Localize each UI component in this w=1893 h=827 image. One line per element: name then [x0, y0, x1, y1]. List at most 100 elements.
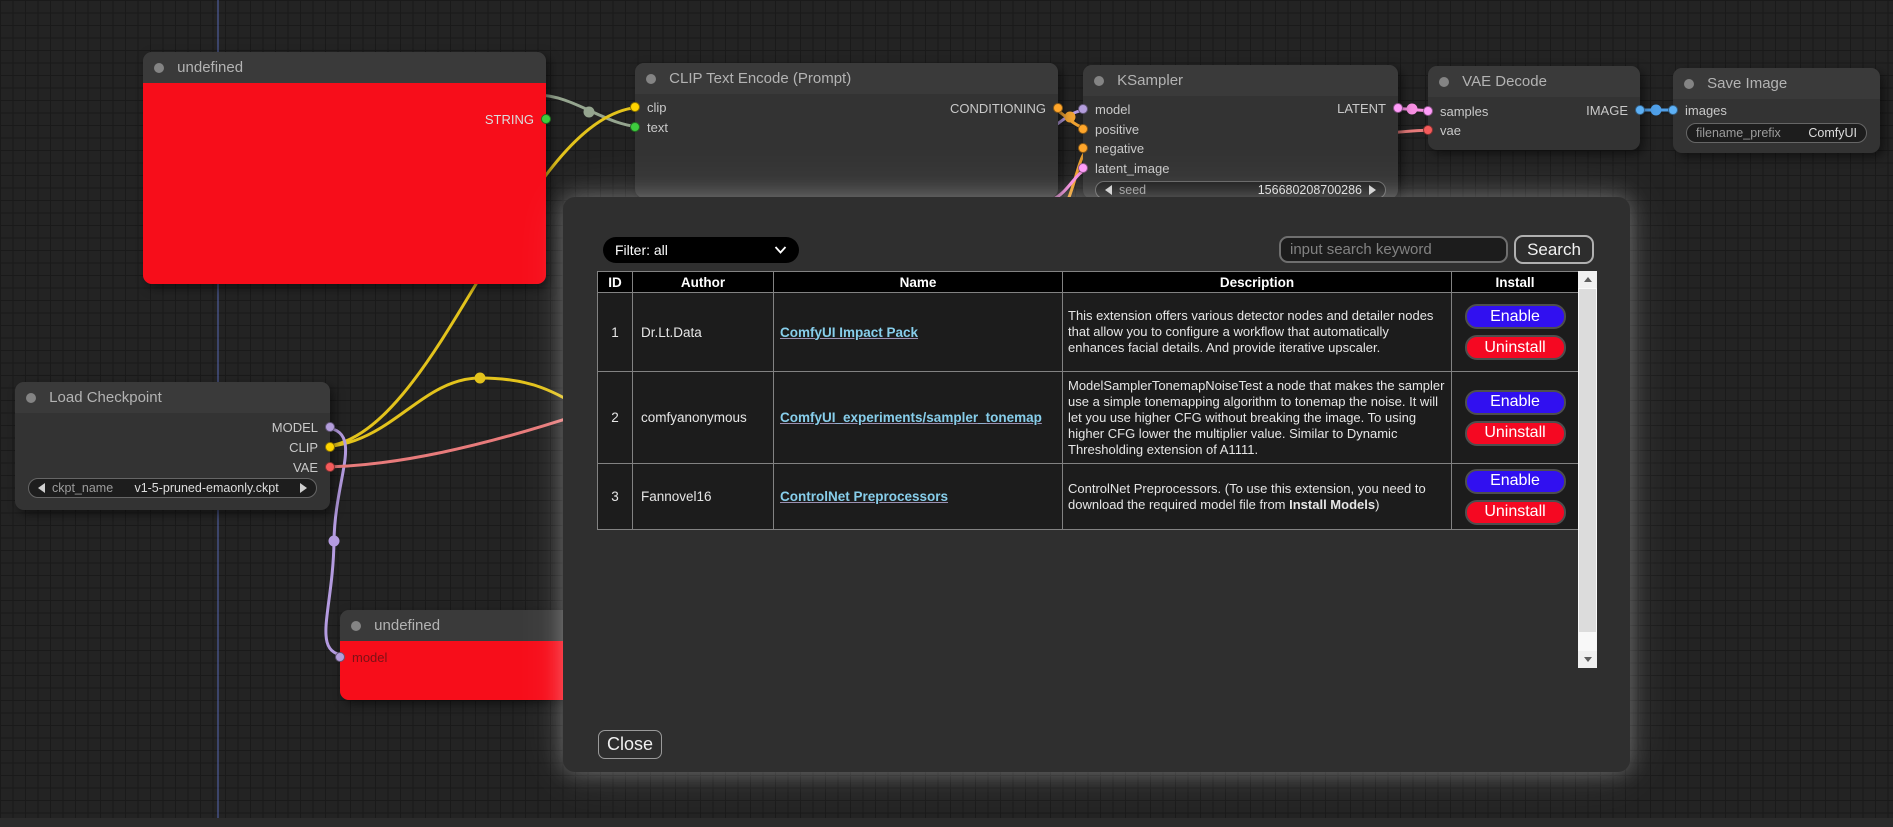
ckpt-name-widget[interactable]: ckpt_name v1-5-pruned-emaonly.ckpt — [28, 478, 317, 498]
node-undefined-top[interactable]: undefined STRING — [143, 52, 546, 284]
input-slot-negative[interactable]: negative — [1078, 141, 1144, 155]
collapse-dot-icon[interactable] — [1094, 76, 1104, 86]
scroll-up-button[interactable] — [1578, 271, 1597, 288]
output-slot-string[interactable]: STRING — [485, 112, 551, 126]
collapse-dot-icon[interactable] — [1439, 77, 1449, 87]
col-header-description: Description — [1063, 272, 1452, 293]
ext-id: 1 — [598, 293, 633, 372]
slot-dot-latent-image[interactable] — [1078, 163, 1088, 173]
table-scrollbar[interactable] — [1578, 271, 1597, 668]
input-slot-vae[interactable]: vae — [1423, 123, 1461, 137]
wire-image-dot — [1651, 105, 1662, 116]
table-row: 1 Dr.Lt.Data ComfyUI Impact Pack This ex… — [598, 293, 1579, 372]
slot-label: text — [647, 120, 668, 135]
slot-dot-text[interactable] — [630, 122, 640, 132]
input-slot-text[interactable]: text — [630, 120, 668, 134]
output-slot-model[interactable]: MODEL — [272, 420, 335, 434]
node-load-checkpoint-titlebar[interactable]: Load Checkpoint — [15, 382, 330, 413]
output-slot-latent[interactable]: LATENT — [1337, 101, 1403, 115]
slot-dot-clip-out[interactable] — [325, 442, 335, 452]
filter-dropdown[interactable]: Filter: all — [603, 237, 799, 263]
node-ksampler-titlebar[interactable]: KSampler — [1083, 65, 1398, 96]
enable-button[interactable]: Enable — [1465, 469, 1566, 494]
input-slot-images[interactable]: images — [1668, 103, 1727, 117]
slot-dot-negative[interactable] — [1078, 143, 1088, 153]
enable-button[interactable]: Enable — [1465, 304, 1566, 329]
collapse-dot-icon[interactable] — [351, 621, 361, 631]
output-slot-conditioning[interactable]: CONDITIONING — [950, 101, 1063, 115]
collapse-dot-icon[interactable] — [646, 74, 656, 84]
ext-description: This extension offers various detector n… — [1063, 293, 1452, 372]
node-save-image[interactable]: Save Image images filename_prefix ComfyU… — [1673, 68, 1880, 153]
prev-arrow-icon[interactable] — [38, 483, 45, 493]
table-row: 2 comfyanonymous ComfyUI_experiments/sam… — [598, 372, 1579, 464]
node-title-text: undefined — [374, 617, 440, 634]
node-undefined-top-titlebar[interactable]: undefined — [143, 52, 546, 83]
node-vae-decode-titlebar[interactable]: VAE Decode — [1428, 66, 1640, 97]
slot-dot-clip[interactable] — [630, 102, 640, 112]
input-slot-samples[interactable]: samples — [1423, 104, 1488, 118]
slot-dot-vae[interactable] — [1423, 125, 1433, 135]
scroll-down-button[interactable] — [1578, 651, 1597, 668]
slot-dot-model[interactable] — [1078, 104, 1088, 114]
col-header-author: Author — [633, 272, 774, 293]
triangle-up-icon — [1584, 277, 1592, 282]
widget-label: seed — [1119, 183, 1146, 197]
slot-dot-image[interactable] — [1635, 105, 1645, 115]
node-load-checkpoint[interactable]: Load Checkpoint MODEL CLIP VAE ckpt_name… — [15, 382, 330, 510]
search-button[interactable]: Search — [1514, 235, 1594, 264]
increment-arrow-icon[interactable] — [1369, 185, 1376, 195]
widget-label: ckpt_name — [52, 481, 113, 495]
wire-string-dot — [584, 107, 595, 118]
chevron-down-icon — [774, 246, 787, 254]
node-clip-text-encode-titlebar[interactable]: CLIP Text Encode (Prompt) — [635, 63, 1058, 94]
collapse-dot-icon[interactable] — [26, 393, 36, 403]
output-slot-clip[interactable]: CLIP — [289, 440, 335, 454]
node-title-text: Load Checkpoint — [49, 389, 162, 406]
slot-dot-samples[interactable] — [1423, 106, 1433, 116]
ext-link[interactable]: ControlNet Preprocessors — [780, 489, 948, 504]
node-vae-decode[interactable]: VAE Decode samples vae IMAGE — [1428, 66, 1640, 150]
next-arrow-icon[interactable] — [300, 483, 307, 493]
node-clip-text-encode[interactable]: CLIP Text Encode (Prompt) clip text COND… — [635, 63, 1058, 198]
input-slot-positive[interactable]: positive — [1078, 122, 1139, 136]
search-input[interactable] — [1279, 236, 1508, 263]
ext-link[interactable]: ComfyUI Impact Pack — [780, 325, 918, 340]
decrement-arrow-icon[interactable] — [1105, 185, 1112, 195]
wire-latent-dot — [1407, 104, 1418, 115]
slot-dot-model-out[interactable] — [325, 422, 335, 432]
slot-label: MODEL — [272, 420, 318, 435]
node-save-image-titlebar[interactable]: Save Image — [1673, 68, 1880, 99]
ext-author: Fannovel16 — [633, 464, 774, 530]
slot-dot-images[interactable] — [1668, 105, 1678, 115]
slot-dot-string[interactable] — [541, 114, 551, 124]
output-slot-vae[interactable]: VAE — [293, 460, 335, 474]
slot-dot-conditioning[interactable] — [1053, 103, 1063, 113]
extension-manager-dialog: Filter: all Search ID Author Name Descri… — [563, 197, 1630, 772]
input-slot-model[interactable]: model — [1078, 102, 1130, 116]
slot-label: IMAGE — [1586, 103, 1628, 118]
collapse-dot-icon[interactable] — [154, 63, 164, 73]
input-slot-clip[interactable]: clip — [630, 100, 667, 114]
filename-prefix-widget[interactable]: filename_prefix ComfyUI — [1686, 123, 1867, 143]
uninstall-button[interactable]: Uninstall — [1465, 421, 1566, 446]
slot-dot-vae-out[interactable] — [325, 462, 335, 472]
uninstall-button[interactable]: Uninstall — [1465, 335, 1566, 360]
slot-dot-model-in[interactable] — [335, 652, 345, 662]
input-slot-model-red[interactable]: model — [335, 650, 387, 664]
output-slot-image[interactable]: IMAGE — [1586, 103, 1645, 117]
enable-button[interactable]: Enable — [1465, 390, 1566, 415]
widget-value: ComfyUI — [1808, 126, 1857, 140]
node-ksampler[interactable]: KSampler model positive negative latent_… — [1083, 65, 1398, 199]
input-slot-latent-image[interactable]: latent_image — [1078, 161, 1169, 175]
slot-label: CONDITIONING — [950, 101, 1046, 116]
slot-label: vae — [1440, 123, 1461, 138]
slot-dot-positive[interactable] — [1078, 124, 1088, 134]
collapse-dot-icon[interactable] — [1684, 79, 1694, 89]
close-button[interactable]: Close — [598, 730, 662, 759]
ext-link[interactable]: ComfyUI_experiments/sampler_tonemap — [780, 410, 1042, 425]
uninstall-button[interactable]: Uninstall — [1465, 500, 1566, 525]
scrollbar-thumb[interactable] — [1579, 289, 1596, 632]
node-title-text: VAE Decode — [1462, 73, 1547, 90]
slot-dot-latent[interactable] — [1393, 103, 1403, 113]
